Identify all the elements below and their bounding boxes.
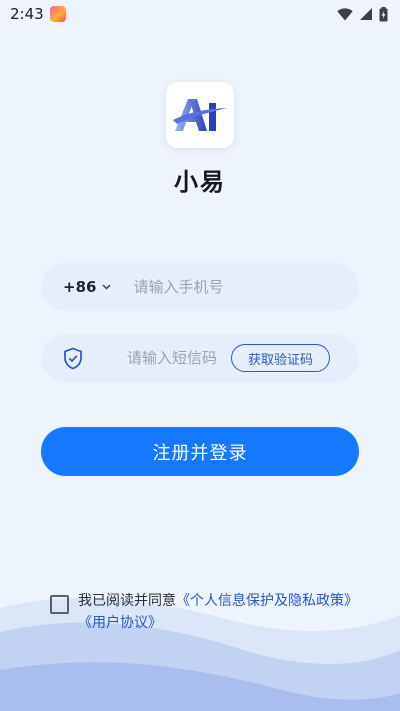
sms-code-input[interactable]	[127, 349, 227, 367]
app-notification-icon	[49, 6, 66, 22]
agreement-row: 我已阅读并同意《个人信息保护及隐私政策》《用户协议》	[50, 590, 370, 634]
status-left: 2:43	[10, 5, 66, 23]
user-agreement-link[interactable]: 《用户协议》	[78, 615, 162, 631]
get-code-button[interactable]: 获取验证码	[231, 344, 331, 372]
agreement-prefix: 我已阅读并同意	[78, 593, 176, 609]
country-code-selector[interactable]: +86	[63, 278, 111, 296]
register-login-button[interactable]: 注册并登录	[41, 427, 359, 476]
phone-input[interactable]	[133, 278, 324, 296]
status-bar: 2:43	[0, 0, 400, 28]
app-logo	[166, 82, 234, 148]
sms-code-field: 获取验证码	[41, 334, 359, 382]
battery-charging-icon	[379, 6, 388, 21]
agreement-text: 我已阅读并同意《个人信息保护及隐私政策》《用户协议》	[78, 590, 363, 634]
status-right	[337, 6, 388, 22]
chevron-down-icon	[102, 284, 111, 290]
shield-check-icon	[63, 347, 83, 370]
signal-icon	[360, 8, 372, 20]
country-code-label: +86	[63, 278, 97, 296]
wifi-icon	[337, 7, 353, 20]
privacy-policy-link[interactable]: 《个人信息保护及隐私政策》	[176, 593, 358, 609]
agreement-checkbox[interactable]	[50, 595, 69, 614]
decorative-waves	[0, 598, 400, 711]
app-name: 小易	[174, 168, 226, 196]
status-time: 2:43	[10, 5, 44, 23]
phone-field: +86	[41, 263, 359, 311]
ai-logo-icon	[173, 99, 227, 131]
